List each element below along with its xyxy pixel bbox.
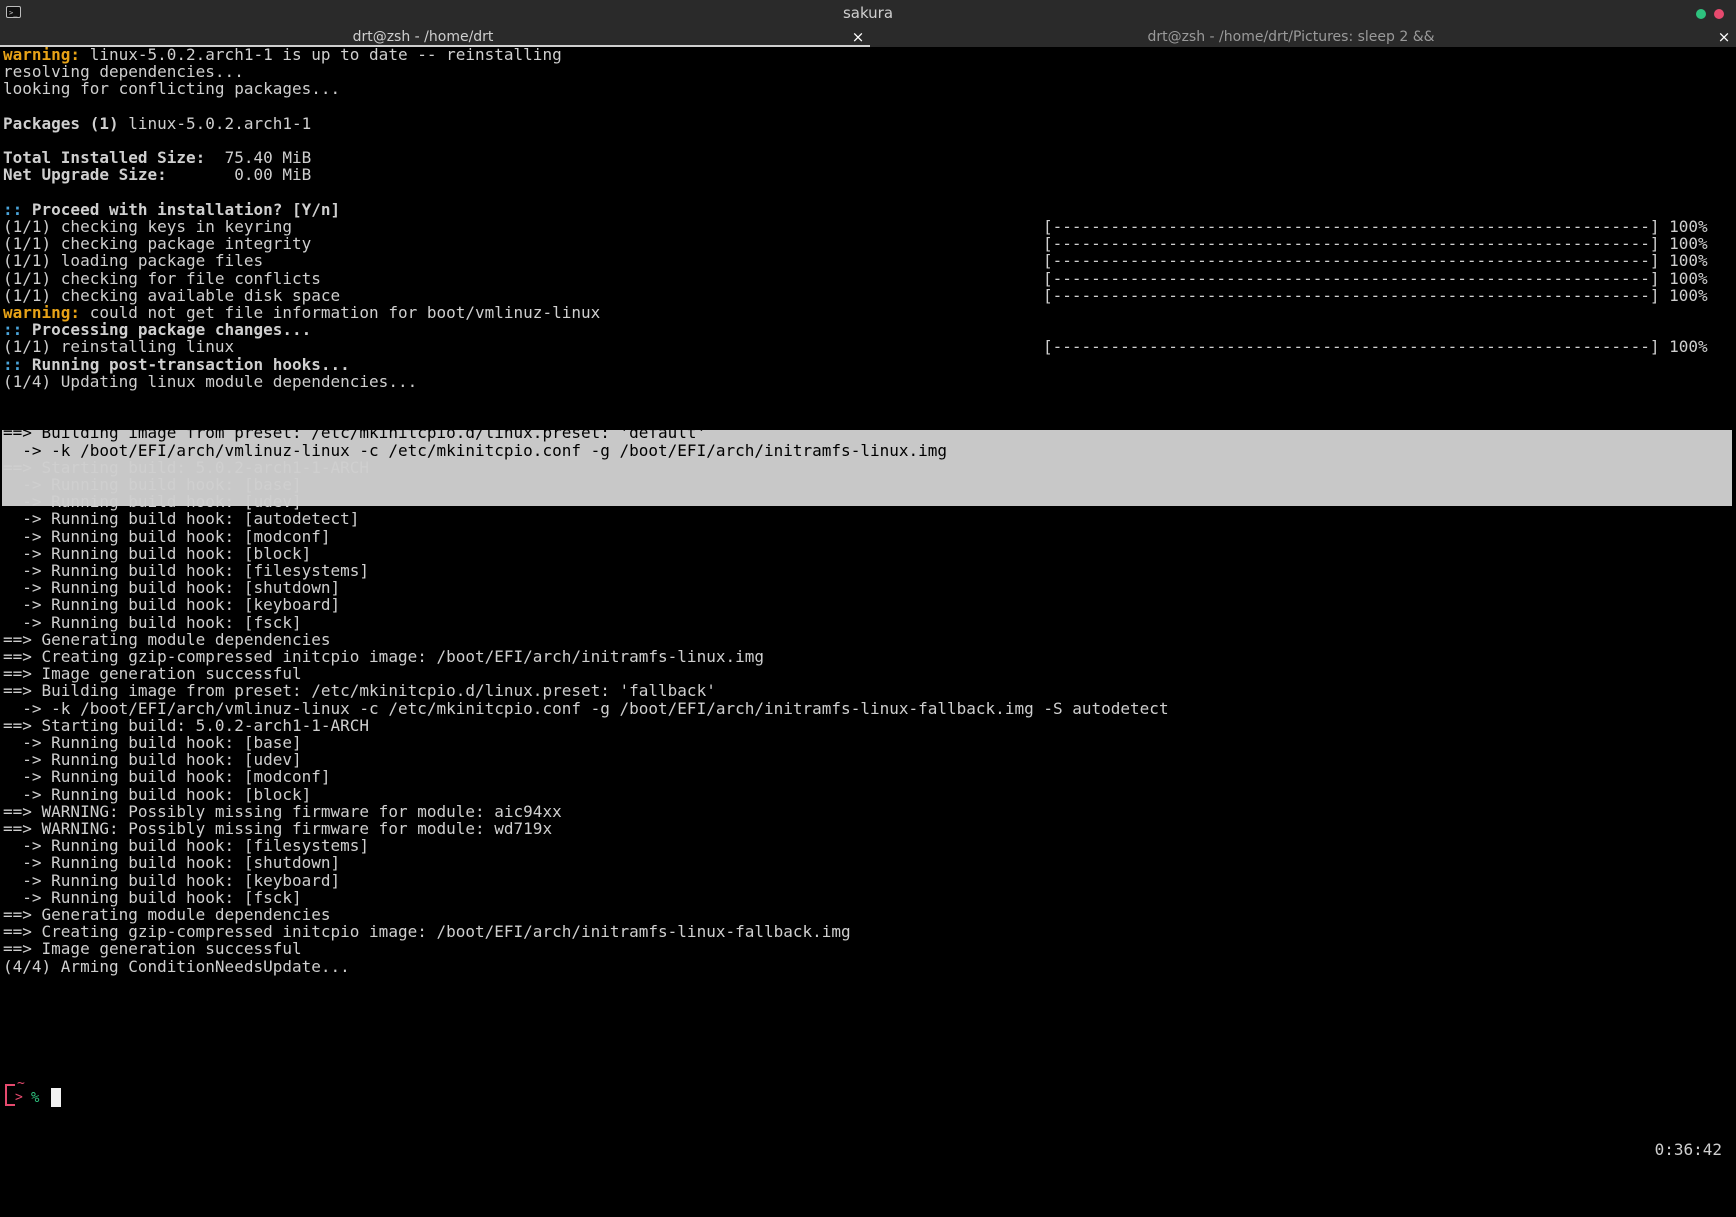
tab-close-icon[interactable]: × — [1716, 27, 1732, 47]
line-text: (1/1) loading package files — [3, 251, 264, 270]
prompt-bracket — [5, 1084, 15, 1106]
terminal-line: (4/4) Arming ConditionNeedsUpdate... — [3, 957, 350, 976]
line-text: linux-5.0.2.arch1-1 — [118, 114, 312, 133]
terminal-line: ==> Building image from preset: /etc/mki… — [3, 681, 716, 700]
terminal-line: (1/1) loading package files — [3, 251, 263, 270]
prompt-arrow-icon: > — [15, 1090, 23, 1105]
minimize-button[interactable] — [1696, 9, 1706, 19]
line-text: ==> Image generation successful — [3, 939, 302, 958]
line-text: -> Running build hook: [autodetect] — [3, 509, 360, 528]
prompt-tilde: ~ — [17, 1076, 25, 1091]
terminal-line: (1/1) reinstalling linux — [3, 337, 234, 356]
terminal-line: Packages (1) linux-5.0.2.arch1-1 — [3, 114, 311, 133]
tab-label: drt@zsh - /home/drt — [352, 29, 494, 45]
line-text: -> Running build hook: [keyboard] — [3, 595, 341, 614]
line-text: looking for conflicting packages... — [3, 79, 341, 98]
terminal-line: ==> Image generation successful — [3, 939, 302, 958]
window-title: sakura — [842, 4, 894, 22]
close-window-button[interactable] — [1714, 9, 1724, 19]
terminal-output[interactable]: ~ > % 0:36:42 warning: linux-5.0.2.arch1… — [0, 45, 1736, 1159]
prompt-symbol: % — [31, 1090, 40, 1106]
progress-bar: [---------------------------------------… — [1043, 251, 1708, 270]
tab-home-drt[interactable]: drt@zsh - /home/drt × — [0, 27, 870, 47]
bold-text: Net Upgrade Size: — [3, 165, 167, 184]
terminal-line: -> Running build hook: [modconf] — [3, 767, 331, 786]
line-text: (1/1) reinstalling linux — [3, 337, 235, 356]
line-text: ==> Building image from preset: /etc/mki… — [3, 681, 716, 700]
line-text: ==> Building image from preset: /etc/mki… — [3, 423, 707, 442]
terminal-line: looking for conflicting packages... — [3, 79, 340, 98]
line-text: -> Running build hook: [shutdown] — [3, 853, 341, 872]
bold-text: Packages (1) — [3, 114, 119, 133]
tab-pictures[interactable]: drt@zsh - /home/drt/Pictures: sleep 2 &&… — [870, 27, 1736, 47]
terminal-line: Net Upgrade Size: 0.00 MiB — [3, 165, 311, 184]
terminal-line: -> Running build hook: [autodetect] — [3, 509, 359, 528]
text-cursor — [51, 1088, 61, 1107]
progress-bar: [---------------------------------------… — [1043, 286, 1708, 305]
shell-prompt[interactable]: ~ > % — [3, 1076, 103, 1124]
tab-bar: drt@zsh - /home/drt × drt@zsh - /home/dr… — [0, 27, 1736, 47]
line-text: 0.00 MiB — [166, 165, 312, 184]
line-text: -> Running build hook: [modconf] — [3, 767, 331, 786]
terminal-line: -> Running build hook: [shutdown] — [3, 853, 340, 872]
progress-bar: [---------------------------------------… — [1043, 337, 1708, 356]
tab-label: drt@zsh - /home/drt/Pictures: sleep 2 && — [1147, 29, 1435, 45]
tab-close-icon[interactable]: × — [850, 27, 866, 47]
terminal-line: ==> Building image from preset: /etc/mki… — [3, 423, 706, 442]
line-text: (4/4) Arming ConditionNeedsUpdate... — [3, 957, 350, 976]
window-titlebar[interactable]: >_ sakura — [0, 0, 1736, 27]
terminal-line: -> Running build hook: [keyboard] — [3, 595, 340, 614]
clock: 0:36:42 — [1654, 1140, 1722, 1159]
